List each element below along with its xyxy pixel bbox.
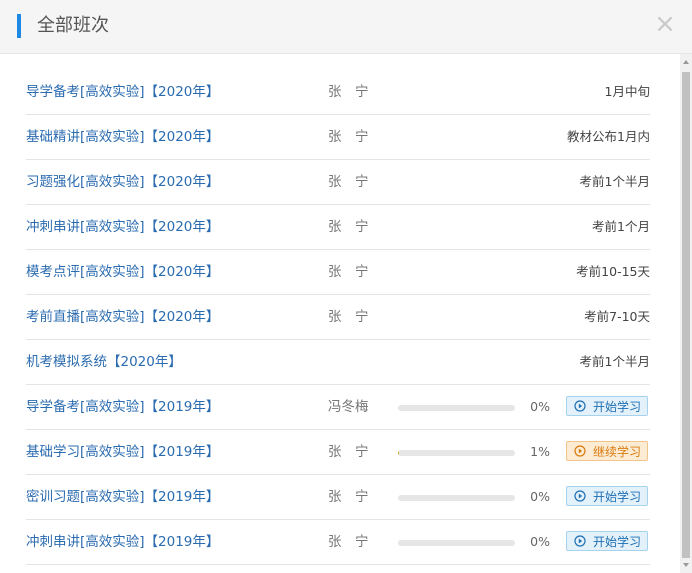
course-row: 习题强化[高效实验]【2020年】 张 宁 考前1个半月	[26, 160, 650, 205]
course-row: 导学备考[高效实验]【2020年】 张 宁 1月中旬	[26, 70, 650, 115]
course-schedule: 考前1个半月	[579, 354, 650, 369]
course-teacher: 张 宁	[328, 174, 369, 190]
progress-bar-fill	[398, 450, 400, 456]
course-row: 冲刺串讲[高效实验]【2019年】 张 宁 0% 开始学习	[26, 520, 650, 565]
course-row: 机考模拟系统【2020年】 考前1个半月	[26, 340, 650, 385]
progress-bar	[398, 405, 515, 411]
course-row: 冲刺串讲[高效实验]【2020年】 张 宁 考前1个月	[26, 205, 650, 250]
progress-percent: 0%	[530, 534, 550, 549]
play-circle-icon	[574, 535, 586, 547]
course-teacher: 张 宁	[328, 129, 369, 145]
course-teacher: 张 宁	[328, 84, 369, 100]
course-name-link[interactable]: 冲刺串讲[高效实验]【2020年】	[26, 205, 219, 249]
scroll-down-arrow-icon[interactable]	[683, 563, 689, 567]
progress-bar	[398, 450, 515, 456]
scrollbar-thumb[interactable]	[682, 72, 690, 558]
course-teacher: 张 宁	[328, 264, 369, 280]
course-schedule: 考前1个月	[592, 219, 650, 234]
course-name-link[interactable]: 基础学习[高效实验]【2019年】	[26, 430, 219, 474]
close-icon[interactable]: ×	[653, 11, 677, 37]
course-schedule: 考前1个半月	[579, 174, 650, 189]
course-teacher: 冯冬梅	[328, 399, 369, 415]
progress-percent: 0%	[530, 399, 550, 414]
button-label: 开始学习	[593, 535, 642, 549]
course-name-link[interactable]: 机考模拟系统【2020年】	[26, 340, 182, 384]
progress-bar	[398, 495, 515, 501]
course-teacher: 张 宁	[328, 534, 369, 550]
dialog-title: 全部班次	[37, 15, 109, 36]
button-label: 开始学习	[593, 490, 642, 504]
progress-percent: 1%	[530, 444, 550, 459]
course-schedule: 1月中旬	[604, 84, 650, 99]
start-learning-button[interactable]: 开始学习	[566, 396, 648, 416]
course-teacher: 张 宁	[328, 219, 369, 235]
course-row: 基础学习[高效实验]【2019年】 张 宁 1% 继续学习	[26, 430, 650, 475]
button-label: 开始学习	[593, 400, 642, 414]
course-name-link[interactable]: 模考点评[高效实验]【2020年】	[26, 250, 219, 294]
scroll-up-arrow-icon[interactable]	[683, 60, 689, 64]
course-row: 导学备考[高效实验]【2019年】 冯冬梅 0% 开始学习	[26, 385, 650, 430]
course-schedule: 考前7-10天	[584, 309, 650, 324]
course-teacher: 张 宁	[328, 489, 369, 505]
course-name-link[interactable]: 冲刺串讲[高效实验]【2019年】	[26, 520, 219, 564]
play-circle-icon	[574, 400, 586, 412]
course-schedule: 教材公布1月内	[567, 129, 650, 144]
progress-percent: 0%	[530, 489, 550, 504]
play-circle-icon	[574, 490, 586, 502]
start-learning-button[interactable]: 开始学习	[566, 486, 648, 506]
progress-bar	[398, 540, 515, 546]
course-name-link[interactable]: 基础精讲[高效实验]【2020年】	[26, 115, 219, 159]
course-schedule: 考前10-15天	[576, 264, 650, 279]
button-label: 继续学习	[593, 445, 642, 459]
course-teacher: 张 宁	[328, 444, 369, 460]
course-row: 基础精讲[高效实验]【2020年】 张 宁 教材公布1月内	[26, 115, 650, 160]
course-row: 模考点评[高效实验]【2020年】 张 宁 考前10-15天	[26, 250, 650, 295]
course-name-link[interactable]: 密训习题[高效实验]【2019年】	[26, 475, 219, 519]
course-name-link[interactable]: 习题强化[高效实验]【2020年】	[26, 160, 219, 204]
continue-learning-button[interactable]: 继续学习	[566, 441, 648, 461]
play-circle-icon	[574, 445, 586, 457]
vertical-scrollbar[interactable]	[680, 54, 692, 573]
course-name-link[interactable]: 导学备考[高效实验]【2020年】	[26, 70, 219, 114]
course-name-link[interactable]: 导学备考[高效实验]【2019年】	[26, 385, 219, 429]
course-list: 导学备考[高效实验]【2020年】张 宁 1月中旬 基础精讲[高效实验]【2020年…	[26, 70, 650, 565]
course-row: 考前直播[高效实验]【2020年】 张 宁 考前7-10天	[26, 295, 650, 340]
course-teacher: 张 宁	[328, 309, 369, 325]
start-learning-button[interactable]: 开始学习	[566, 531, 648, 551]
course-row: 密训习题[高效实验]【2019年】 张 宁 0% 开始学习	[26, 475, 650, 520]
dialog-header: 全部班次 ×	[0, 0, 692, 54]
course-name-link[interactable]: 考前直播[高效实验]【2020年】	[26, 295, 219, 339]
title-accent-bar	[17, 14, 21, 38]
